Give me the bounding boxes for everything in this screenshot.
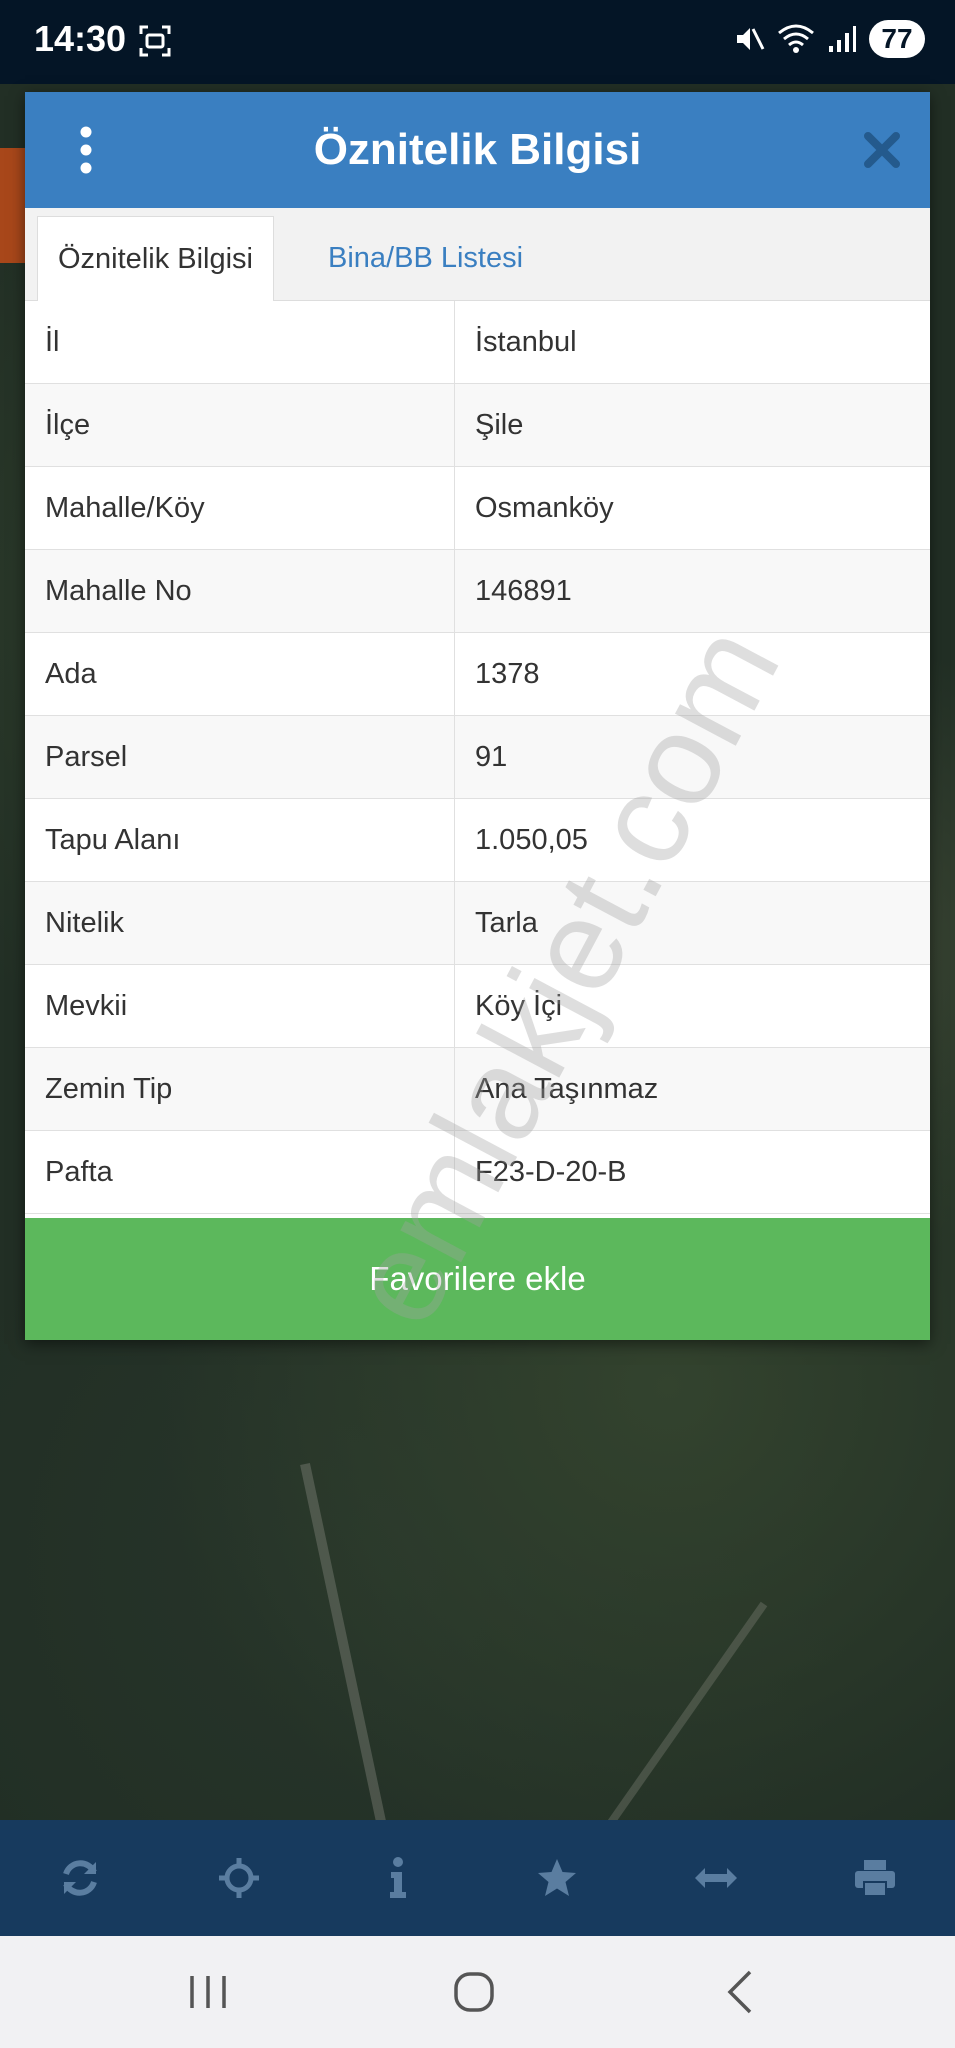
bottom-toolbar <box>0 1820 955 1936</box>
status-time: 14:30 <box>34 18 127 59</box>
crosshair-icon <box>218 1858 259 1898</box>
table-row: İlçe Şile <box>25 384 930 467</box>
screenshot-icon <box>139 25 171 57</box>
battery-indicator: 77 <box>869 20 925 58</box>
back-icon[interactable] <box>712 1964 772 2020</box>
table-row: Mahalle No 146891 <box>25 550 930 633</box>
status-bar: 14:30 77 <box>0 0 955 84</box>
measure-icon <box>695 1868 738 1888</box>
favorites-button[interactable] <box>527 1848 587 1908</box>
attribute-value: İstanbul <box>475 326 577 358</box>
tab-building-list[interactable]: Bina/BB Listesi <box>308 216 543 300</box>
attribute-key: İlçe <box>25 384 455 466</box>
attribute-key: Ada <box>25 633 455 715</box>
attribute-key: Mahalle/Köy <box>25 467 455 549</box>
table-row: Nitelik Tarla <box>25 882 930 965</box>
print-button[interactable] <box>845 1848 905 1908</box>
attribute-key: Nitelik <box>25 882 455 964</box>
info-button[interactable] <box>368 1848 428 1908</box>
attribute-key: Mevkii <box>25 965 455 1047</box>
tab-bar: Öznitelik Bilgisi Bina/BB Listesi <box>25 208 930 302</box>
table-row: Tapu Alanı 1.050,05 <box>25 799 930 882</box>
table-row: Parsel 91 <box>25 716 930 799</box>
status-icons: 77 <box>733 20 925 58</box>
vertical-dots-icon[interactable] <box>77 126 95 174</box>
table-row: Mahalle/Köy Osmanköy <box>25 467 930 550</box>
locate-button[interactable] <box>209 1848 269 1908</box>
tab-attribute-info[interactable]: Öznitelik Bilgisi <box>37 216 274 302</box>
wifi-icon <box>778 24 814 53</box>
close-icon[interactable] <box>862 130 902 170</box>
home-icon[interactable] <box>444 1964 504 2020</box>
print-icon <box>855 1860 896 1897</box>
info-icon <box>389 1857 406 1898</box>
attribute-key: Mahalle No <box>25 550 455 632</box>
attribute-key: Zemin Tip <box>25 1048 455 1130</box>
map-road <box>588 1601 768 1853</box>
attribute-key: İl <box>25 301 455 383</box>
attribute-value: Osmanköy <box>475 492 614 524</box>
system-nav-bar <box>0 1936 955 2048</box>
refresh-button[interactable] <box>50 1848 110 1908</box>
dialog-header: Öznitelik Bilgisi <box>25 92 930 208</box>
table-row: İl İstanbul <box>25 301 930 384</box>
refresh-icon <box>62 1860 97 1896</box>
attribute-value: Şile <box>475 409 524 441</box>
dialog-title: Öznitelik Bilgisi <box>313 125 642 174</box>
recent-apps-icon[interactable] <box>178 1964 238 2020</box>
attribute-key: Tapu Alanı <box>25 799 455 881</box>
mute-icon <box>737 28 765 50</box>
measure-button[interactable] <box>686 1848 746 1908</box>
attribute-key: Parsel <box>25 716 455 798</box>
star-icon <box>538 1859 577 1896</box>
signal-icon <box>829 26 856 52</box>
